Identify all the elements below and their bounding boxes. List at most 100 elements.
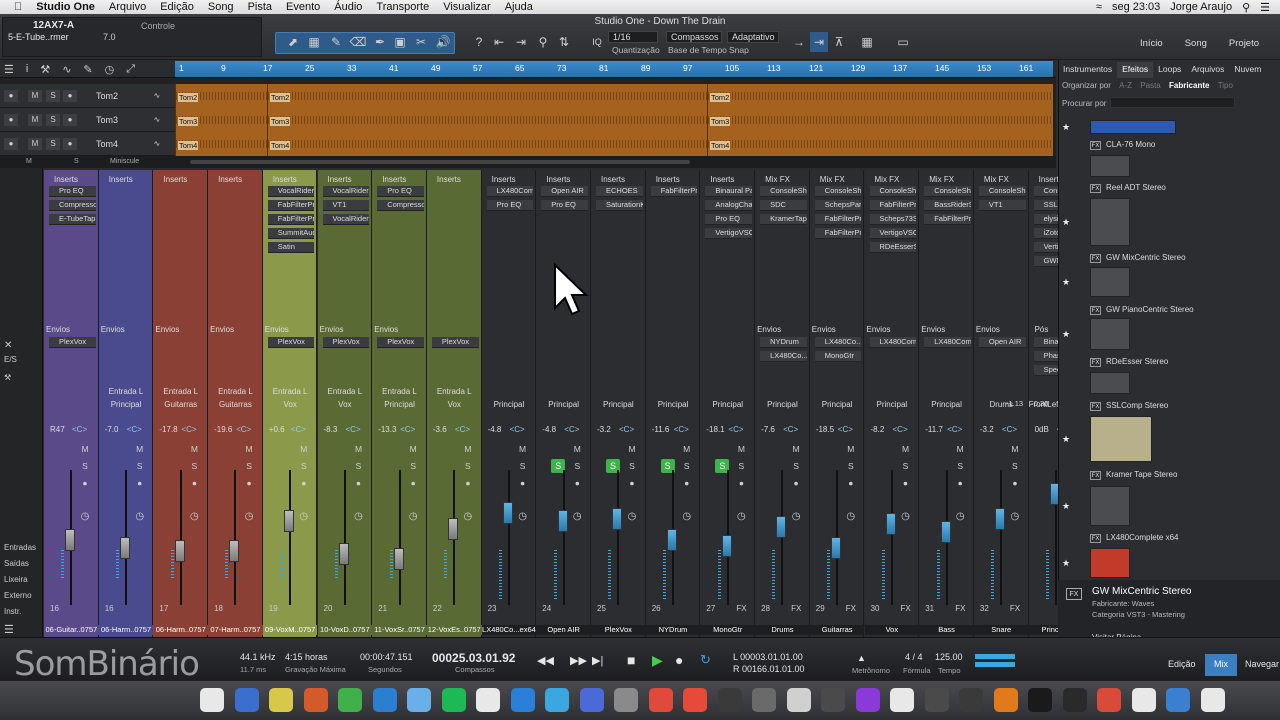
channel-name[interactable]: 12-VoxEs..0757 <box>426 625 482 635</box>
send-slot[interactable]: PlexVox <box>431 337 479 348</box>
volume-readout[interactable]: -3.2 <box>597 425 611 434</box>
monitor-icon[interactable]: ● <box>844 478 858 489</box>
mute-button[interactable]: M <box>242 444 256 455</box>
output-routing[interactable]: Principal <box>700 400 755 409</box>
favorite-star-icon[interactable]: ★ <box>1062 277 1070 288</box>
input-routing[interactable]: Entrada L <box>99 387 154 396</box>
solo-button[interactable]: S <box>570 461 584 472</box>
inspector-icon[interactable]: i <box>26 63 28 76</box>
volume-fader[interactable] <box>65 529 76 552</box>
browser-item[interactable]: GW MixCentric Stereo <box>1106 253 1186 262</box>
monitor-icon[interactable]: ● <box>516 478 530 489</box>
monitor-icon[interactable]: ● <box>242 478 256 489</box>
loop-end[interactable]: R 00166.01.01.00 <box>733 664 805 674</box>
nav-mix[interactable]: Mix <box>1214 659 1228 669</box>
monitor-icon[interactable]: ● <box>406 478 420 489</box>
pan-control[interactable]: <C> <box>728 425 743 434</box>
channel-name[interactable]: Guitarras <box>809 625 865 635</box>
instrument-value[interactable]: 7.0 <box>103 32 116 42</box>
zoom-icon[interactable]: ⚲ <box>534 32 552 52</box>
volume-fader[interactable] <box>502 502 513 525</box>
mute-button[interactable]: M <box>734 444 748 455</box>
solo-button[interactable]: S <box>78 461 92 472</box>
favorite-star-icon[interactable]: ★ <box>1062 501 1070 512</box>
pan-control[interactable]: <C> <box>346 425 361 434</box>
solo-button[interactable]: S <box>46 90 60 102</box>
output-routing[interactable]: Guitarras <box>208 400 263 409</box>
snap-grid-icon[interactable]: ⊼ <box>830 32 848 52</box>
automation-icon[interactable]: ◷ <box>789 511 803 522</box>
sends-header[interactable]: Envios <box>46 325 70 334</box>
pan-control[interactable]: <C> <box>838 425 853 434</box>
favorite-star-icon[interactable]: ★ <box>1062 122 1070 133</box>
insert-slot[interactable]: VocalRider... <box>322 186 370 197</box>
volume-fader[interactable] <box>338 542 349 565</box>
track-lane[interactable]: Tom3 Tom3 Tom3 <box>175 108 1053 132</box>
browser-item[interactable]: CLA-76 Mono <box>1106 140 1155 149</box>
insert-slot[interactable]: FabFilterPr... <box>267 214 315 225</box>
dock-app-icon[interactable] <box>924 688 949 712</box>
nudge-right-icon[interactable]: ⇥ <box>512 32 530 52</box>
favorite-star-icon[interactable]: ★ <box>1062 434 1070 445</box>
play-icon[interactable]: ▶ <box>652 652 663 669</box>
volume-readout[interactable]: -4.8 <box>542 425 556 434</box>
solo-button[interactable]: S <box>953 461 967 472</box>
menu-app-name[interactable]: Studio One <box>36 1 95 13</box>
output-routing[interactable]: Principal <box>482 400 537 409</box>
insert-slot[interactable]: SchepsPar... <box>814 200 862 211</box>
tab-loops[interactable]: Loops <box>1153 62 1186 78</box>
automation-icon[interactable]: ◷ <box>953 511 967 522</box>
mute-button[interactable]: M <box>1008 444 1022 455</box>
browser-item[interactable]: LX480Complete x64 <box>1106 533 1179 542</box>
mute-button[interactable]: M <box>899 444 913 455</box>
inserts-header[interactable]: Inserts <box>546 175 570 184</box>
follow-icon[interactable]: ⇥ <box>810 32 828 52</box>
insert-slot[interactable]: KramerTap... <box>760 214 807 225</box>
output-routing[interactable]: Principal <box>646 400 701 409</box>
tab-efeitos[interactable]: Efeitos <box>1117 62 1154 78</box>
volume-readout[interactable]: R47 <box>50 425 65 434</box>
split-tool-icon[interactable]: ✂ <box>412 32 430 52</box>
user-name[interactable]: Jorge Araujo <box>1170 1 1232 13</box>
favorite-star-icon[interactable]: ★ <box>1062 329 1070 340</box>
menu-pista[interactable]: Pista <box>248 1 272 13</box>
inserts-header[interactable]: Inserts <box>601 175 625 184</box>
favorite-star-icon[interactable]: ★ <box>1062 217 1070 228</box>
solo-button[interactable]: S <box>242 461 256 472</box>
pan-control[interactable]: <C> <box>127 425 142 434</box>
organize-tipo[interactable]: Tipo <box>1218 81 1233 90</box>
mute-button[interactable]: M <box>28 114 42 126</box>
sends-header[interactable]: Envios <box>320 325 344 334</box>
sends-header[interactable]: Envios <box>921 325 945 334</box>
record-arm-icon[interactable]: ● <box>4 114 18 126</box>
dock-app-icon[interactable] <box>545 688 569 712</box>
volume-readout[interactable]: -7.0 <box>105 425 119 434</box>
monitor-icon[interactable]: ● <box>297 478 311 489</box>
pan-control[interactable]: <C> <box>181 425 196 434</box>
send-slot[interactable]: LX480Com... <box>924 337 971 348</box>
dock-app-icon[interactable] <box>1062 688 1087 712</box>
fast-forward-icon[interactable]: ▶▶ <box>570 654 587 667</box>
volume-fader[interactable] <box>393 548 404 571</box>
input-routing[interactable]: Entrada L <box>263 387 318 396</box>
insert-slot[interactable]: ConsoleShaper <box>869 186 917 197</box>
dock-app-icon[interactable] <box>372 688 397 712</box>
nav-song[interactable]: Song <box>1185 38 1207 49</box>
sends-header[interactable]: Envios <box>155 325 179 334</box>
insert-slot[interactable]: E-TubeTap... <box>49 214 96 225</box>
volume-readout[interactable]: -18.5 <box>816 425 834 434</box>
monitor-icon[interactable]: ● <box>680 478 694 489</box>
track-header[interactable]: ● M S ● Tom4 ∿ <box>0 132 175 156</box>
solo-button[interactable]: S <box>46 138 60 150</box>
volume-readout[interactable]: 0dB <box>1035 425 1049 434</box>
insert-slot[interactable]: ConsoleShaper <box>814 186 862 197</box>
pan-control[interactable]: <C> <box>455 425 470 434</box>
browser-item[interactable]: RDeEsser Stereo <box>1106 357 1168 366</box>
mute-button[interactable]: M <box>133 444 147 455</box>
sends-header[interactable]: Envios <box>976 325 1000 334</box>
sends-header[interactable]: Envios <box>374 325 398 334</box>
output-routing[interactable]: Principal <box>591 400 646 409</box>
dock-app-icon[interactable] <box>1097 688 1121 712</box>
monitor-icon[interactable]: ● <box>1008 478 1022 489</box>
dock-app-icon[interactable] <box>648 688 673 712</box>
